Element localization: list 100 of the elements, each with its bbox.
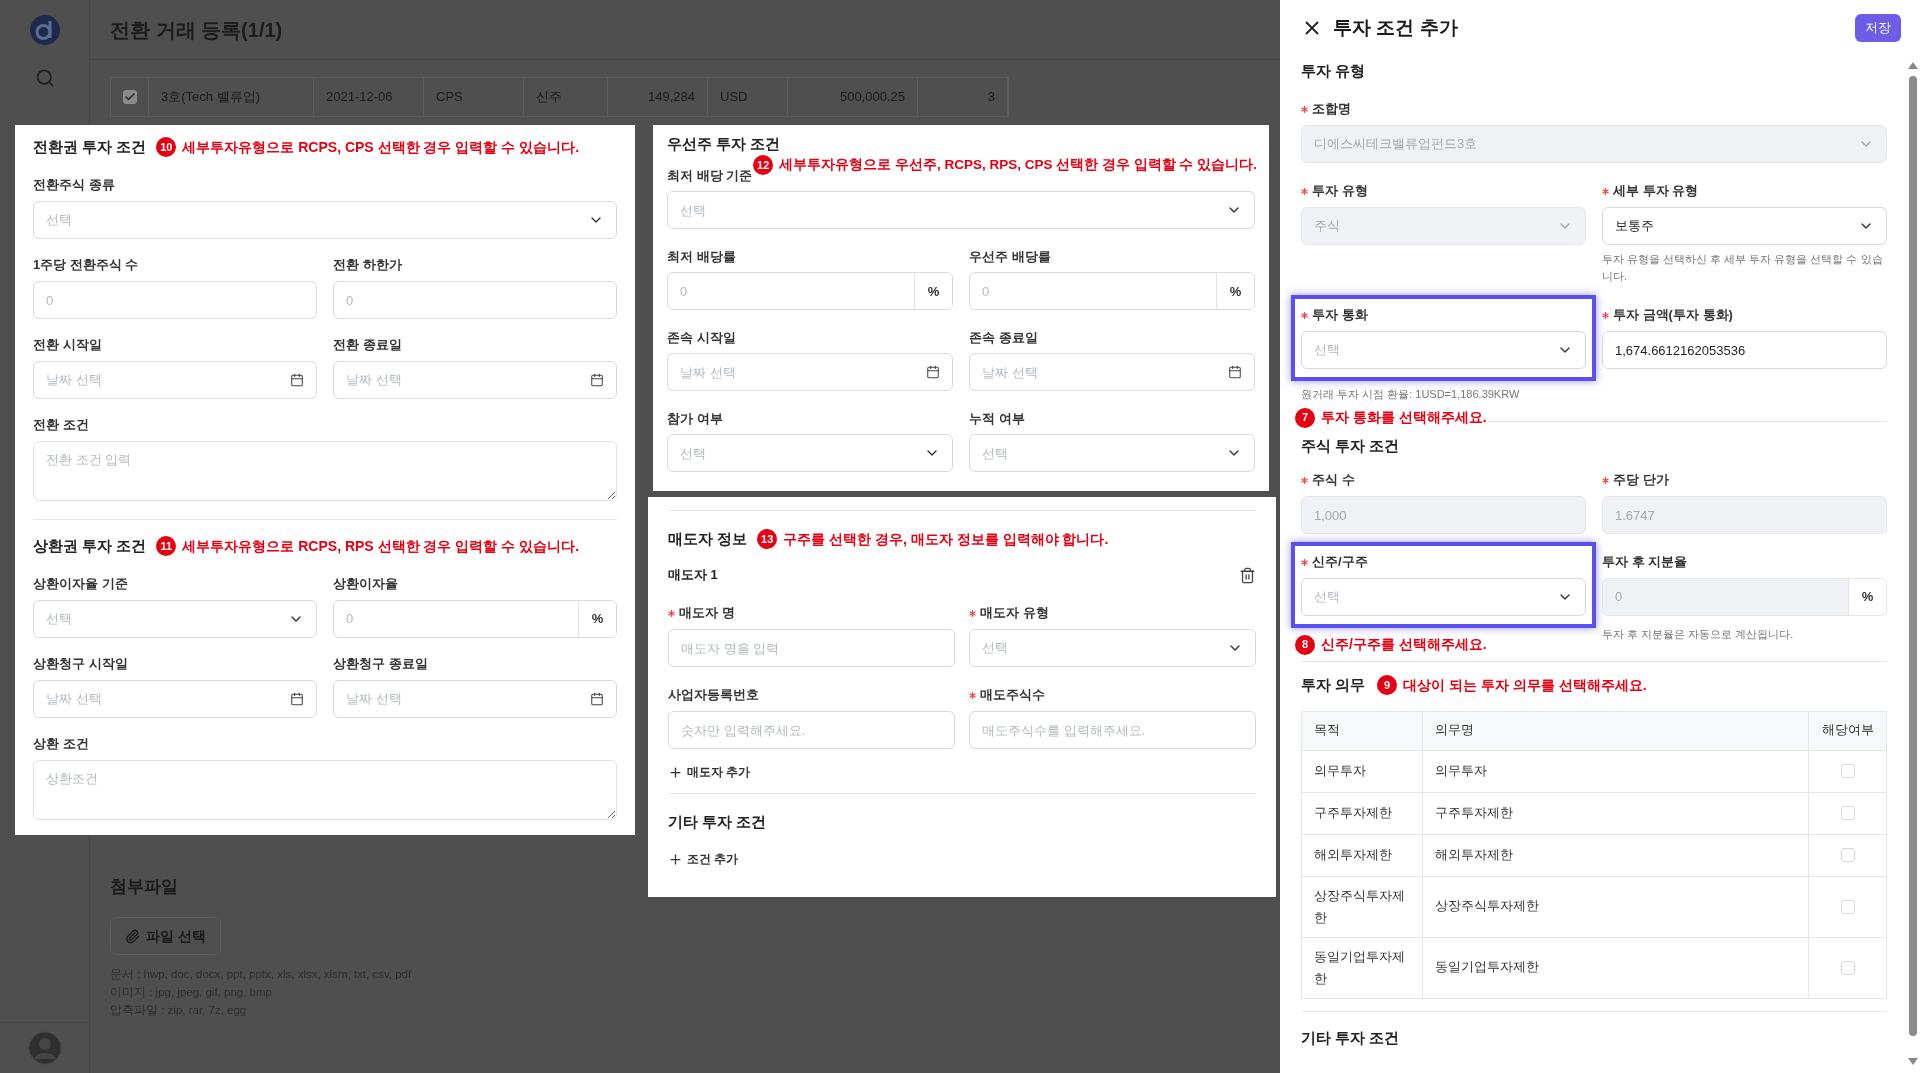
check-icon [123, 91, 136, 103]
annotation-text: 세부투자유형으로 우선주, RCPS, RPS, CPS 선택한 경우 입력할 수 있습니다. [779, 156, 1257, 174]
input-field[interactable]: 매도주식수를 입력해주세요. [969, 711, 1256, 749]
field-label: 주식 수 [1312, 471, 1355, 490]
input-field[interactable]: 1,674.6612162053536 [1602, 331, 1887, 369]
number-badge: 13 [757, 529, 778, 549]
unit-label: % [914, 273, 952, 310]
trash-icon[interactable] [1239, 566, 1256, 584]
input-field[interactable]: 0 % [969, 272, 1255, 311]
input-field[interactable]: 매도자 명을 입력 [668, 629, 955, 667]
required-icon [1301, 476, 1308, 484]
select-field[interactable]: 선택 [1301, 331, 1586, 369]
table-cell: 해외투자제한 [1423, 834, 1809, 876]
field-label: 투자 유형 [1312, 182, 1368, 201]
select-field[interactable]: 선택 [33, 600, 317, 638]
section-title: 기타 투자 조건 [668, 813, 767, 830]
paperclip-icon [125, 928, 140, 944]
column-header: 해당여부 [1820, 722, 1875, 740]
required-icon [1301, 311, 1308, 319]
field-label: 사업자등록번호 [668, 686, 759, 705]
required-icon [1301, 105, 1308, 113]
field-label: 상환 조건 [33, 735, 89, 754]
select-field[interactable]: 선택 [969, 434, 1255, 473]
section-title: 투자 의무 [1301, 675, 1366, 695]
search-icon[interactable] [34, 68, 55, 88]
table-cell: 상장주식투자제한 [1423, 876, 1809, 937]
section-title: 전환권 투자 조건 [33, 136, 147, 157]
calendar-icon [926, 365, 940, 380]
text-area[interactable]: 전환 조건 입력 [33, 441, 617, 501]
plus-icon [668, 851, 683, 867]
input-field[interactable]: 0 [333, 281, 617, 319]
calendar-icon [290, 692, 304, 706]
unit-label: % [1216, 273, 1254, 310]
field-label: 투자 금액(투자 통화) [1613, 306, 1733, 325]
date-field[interactable]: 날짜 선택 [969, 353, 1255, 392]
date-field[interactable]: 날짜 선택 [33, 361, 317, 399]
number-badge: 12 [753, 155, 774, 176]
section-title: 매도자 정보 [668, 528, 748, 549]
field-label: 매도자 유형 [980, 604, 1049, 623]
text-area[interactable]: 상환조건 [33, 760, 617, 820]
required-icon [1602, 311, 1609, 319]
input-field[interactable]: 숫자만 입력해주세요. [668, 711, 955, 749]
save-button[interactable]: 저장 [1855, 14, 1901, 42]
section-title: 상환권 투자 조건 [33, 535, 147, 556]
annotation-text: 세부투자유형으로 RCPS, RPS 선택한 경우 입력할 수 있습니다. [182, 536, 580, 556]
table-cell: 동일기업투자제한 [1423, 937, 1809, 998]
field-label: 1주당 전환주식 수 [33, 256, 139, 275]
add-condition-button[interactable]: 조건 추가 [668, 850, 739, 868]
table-cell: 구주투자제한 [1423, 792, 1809, 834]
select-field[interactable]: 선택 [667, 434, 953, 473]
field-label: 상환청구 시작일 [33, 655, 128, 674]
field-label: 매도주식수 [980, 686, 1045, 705]
field-label: 우선주 배당률 [969, 247, 1051, 266]
section-title: 우선주 투자 조건 [667, 133, 781, 154]
date-field[interactable]: 날짜 선택 [667, 353, 953, 392]
field-label: 상환이자율 기준 [33, 575, 128, 594]
section-title: 주식 투자 조건 [1301, 437, 1400, 454]
field-label: 전환 종료일 [333, 336, 402, 355]
seller-title: 매도자 1 [668, 566, 718, 585]
select-field[interactable]: 선택 [969, 629, 1256, 667]
field-label: 전환 조건 [33, 416, 89, 435]
field-label: 참가 여부 [667, 409, 723, 428]
table-cell: 구주투자제한 [1302, 792, 1423, 834]
input-field[interactable]: 0 [33, 281, 317, 319]
number-badge: 9 [1377, 675, 1398, 696]
logo-icon[interactable] [28, 14, 61, 46]
calendar-icon [590, 373, 604, 387]
calendar-icon [1228, 365, 1242, 380]
field-label: 매도자 명 [679, 604, 735, 623]
table-cell: 의무투자 [1302, 750, 1423, 792]
select-field[interactable]: 선택 [667, 191, 1255, 230]
input-field[interactable]: 0 % [667, 272, 953, 311]
annotation-text: 신주/구주를 선택해주세요. [1321, 635, 1487, 654]
number-badge: 11 [156, 536, 177, 556]
unit-label: % [578, 601, 616, 637]
help-text: 원거래 투자 시점 환율: 1USD=1,186.39KRW [1301, 388, 1520, 400]
field-label: 전환주식 종류 [33, 176, 115, 195]
select-field[interactable]: 선택 [1301, 578, 1586, 616]
field-label: 최저 배당률 [667, 247, 736, 266]
field-label: 존속 종료일 [969, 328, 1038, 347]
unit-label: % [1848, 579, 1886, 615]
required-icon [969, 609, 976, 617]
field-label: 상환이자율 [333, 575, 398, 594]
date-field[interactable]: 날짜 선택 [33, 680, 317, 718]
avatar-icon[interactable] [27, 1031, 62, 1065]
required-icon [1602, 476, 1609, 484]
date-field[interactable]: 날짜 선택 [333, 361, 617, 399]
date-field[interactable]: 날짜 선택 [333, 680, 617, 718]
add-seller-button[interactable]: 매도자 추가 [668, 763, 751, 781]
input-field[interactable]: 0 % [333, 600, 617, 638]
field-label: 세부 투자 유형 [1613, 182, 1699, 201]
field-label: 상환청구 종료일 [333, 655, 428, 674]
table-cell: 상장주식투자제한 [1302, 876, 1423, 937]
table-cell: 해외투자제한 [1302, 834, 1423, 876]
checkbox[interactable] [122, 90, 137, 104]
annotation-text: 세부투자유형으로 RCPS, CPS 선택한 경우 입력할 수 있습니다. [182, 137, 580, 157]
column-header: 목적 [1302, 711, 1423, 750]
select-field[interactable]: 보통주 [1602, 207, 1887, 245]
select-field[interactable]: 선택 [33, 201, 617, 239]
calendar-icon [590, 692, 604, 706]
